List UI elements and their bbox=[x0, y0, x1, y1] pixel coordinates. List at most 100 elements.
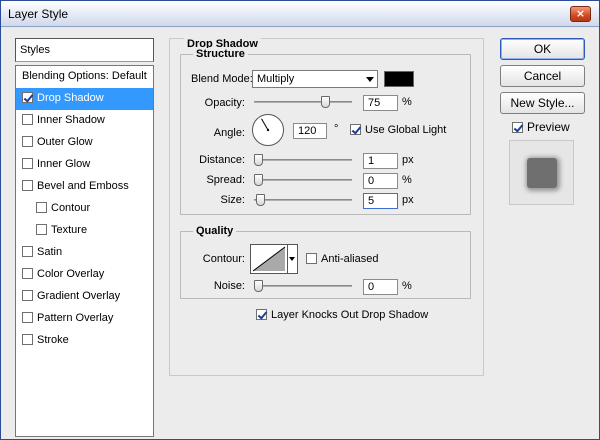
new-style-button[interactable]: New Style... bbox=[500, 92, 585, 114]
ok-button[interactable]: OK bbox=[500, 38, 585, 60]
cancel-button[interactable]: Cancel bbox=[500, 65, 585, 87]
noise-field[interactable]: 0 bbox=[363, 279, 398, 295]
distance-slider-thumb[interactable] bbox=[254, 154, 263, 166]
spread-label: Spread: bbox=[206, 174, 245, 186]
style-item-gradient-overlay[interactable]: Gradient Overlay bbox=[16, 286, 153, 308]
style-item-stroke[interactable]: Stroke bbox=[16, 330, 153, 352]
knockout-label: Layer Knocks Out Drop Shadow bbox=[271, 309, 429, 321]
style-item-checkbox[interactable] bbox=[22, 268, 33, 279]
layer-style-dialog: Layer Style × Styles Blending Options: D… bbox=[0, 0, 600, 440]
size-slider[interactable] bbox=[254, 194, 352, 206]
style-item-checkbox[interactable] bbox=[22, 334, 33, 345]
size-unit: px bbox=[402, 194, 414, 206]
spread-field[interactable]: 0 bbox=[363, 173, 398, 189]
noise-slider-thumb[interactable] bbox=[254, 280, 263, 292]
preview-swatch bbox=[527, 158, 557, 188]
style-item-checkbox[interactable] bbox=[22, 180, 33, 191]
opacity-value: 75 bbox=[368, 97, 381, 109]
style-item-label: Blending Options: Default bbox=[22, 70, 147, 82]
opacity-slider-thumb[interactable] bbox=[321, 96, 330, 108]
spread-value: 0 bbox=[368, 175, 375, 187]
preview-box-check[interactable] bbox=[512, 122, 523, 133]
style-item-checkbox[interactable] bbox=[22, 246, 33, 257]
angle-unit: ° bbox=[334, 123, 339, 135]
distance-slider[interactable] bbox=[254, 154, 352, 166]
use-global-light-checkbox[interactable]: Use Global Light bbox=[350, 124, 446, 136]
quality-title: Quality bbox=[193, 225, 237, 237]
distance-unit: px bbox=[402, 154, 414, 166]
noise-unit: % bbox=[402, 280, 412, 292]
style-item-contour[interactable]: Contour bbox=[16, 198, 153, 220]
dialog-body: Styles Blending Options: Default Drop Sha… bbox=[1, 28, 599, 439]
style-item-drop-shadow[interactable]: Drop Shadow bbox=[16, 88, 153, 110]
style-item-checkbox[interactable] bbox=[36, 202, 47, 213]
chevron-down-icon bbox=[366, 77, 374, 82]
style-item-inner-shadow[interactable]: Inner Shadow bbox=[16, 110, 153, 132]
style-item-checkbox[interactable] bbox=[22, 290, 33, 301]
opacity-field[interactable]: 75 bbox=[363, 95, 398, 111]
style-item-inner-glow[interactable]: Inner Glow bbox=[16, 154, 153, 176]
anti-aliased-checkbox[interactable]: Anti-aliased bbox=[306, 253, 378, 265]
angle-label: Angle: bbox=[213, 127, 245, 139]
style-item-bevel-and-emboss[interactable]: Bevel and Emboss bbox=[16, 176, 153, 198]
title-bar[interactable]: Layer Style × bbox=[1, 1, 599, 27]
style-item-label: Stroke bbox=[37, 334, 69, 346]
style-item-label: Contour bbox=[51, 202, 91, 214]
spread-unit: % bbox=[402, 174, 412, 186]
distance-field[interactable]: 1 bbox=[363, 153, 398, 169]
shadow-color-swatch[interactable] bbox=[384, 71, 414, 87]
anti-aliased-box[interactable] bbox=[306, 253, 317, 264]
styles-header[interactable]: Styles bbox=[15, 38, 154, 62]
noise-slider[interactable] bbox=[254, 280, 352, 292]
angle-value: 120 bbox=[298, 125, 317, 137]
angle-dial-icon[interactable] bbox=[252, 114, 284, 146]
window-title: Layer Style bbox=[8, 7, 69, 21]
knockout-checkbox[interactable]: Layer Knocks Out Drop Shadow bbox=[256, 309, 428, 321]
knockout-box[interactable] bbox=[256, 309, 267, 320]
style-item-texture[interactable]: Texture bbox=[16, 220, 153, 242]
anti-aliased-label: Anti-aliased bbox=[321, 253, 379, 265]
size-field[interactable]: 5 bbox=[363, 193, 398, 209]
style-item-outer-glow[interactable]: Outer Glow bbox=[16, 132, 153, 154]
style-item-checkbox[interactable] bbox=[22, 312, 33, 323]
contour-dropdown-icon[interactable] bbox=[288, 244, 298, 274]
opacity-slider[interactable] bbox=[254, 96, 352, 108]
blend-mode-select[interactable]: Multiply bbox=[252, 70, 378, 88]
style-item-blending-options-default[interactable]: Blending Options: Default bbox=[16, 66, 153, 88]
angle-field[interactable]: 120 bbox=[293, 123, 327, 139]
preview-checkbox[interactable]: Preview bbox=[512, 120, 570, 134]
style-item-label: Texture bbox=[51, 224, 88, 236]
noise-label: Noise: bbox=[213, 280, 245, 292]
style-item-label: Inner Shadow bbox=[37, 114, 105, 126]
use-global-light-box[interactable] bbox=[350, 124, 361, 135]
style-item-label: Bevel and Emboss bbox=[37, 180, 129, 192]
style-item-label: Pattern Overlay bbox=[37, 312, 114, 324]
style-item-label: Gradient Overlay bbox=[37, 290, 121, 302]
contour-curve-icon[interactable] bbox=[250, 244, 288, 274]
spread-slider[interactable] bbox=[254, 174, 352, 186]
blend-mode-label: Blend Mode: bbox=[191, 73, 253, 85]
style-item-pattern-overlay[interactable]: Pattern Overlay bbox=[16, 308, 153, 330]
close-icon[interactable]: × bbox=[570, 6, 591, 22]
opacity-unit: % bbox=[402, 96, 412, 108]
size-slider-thumb[interactable] bbox=[256, 194, 265, 206]
blend-mode-value: Multiply bbox=[257, 73, 295, 85]
styles-list: Blending Options: Default Drop Shadow Inne… bbox=[15, 65, 154, 437]
style-item-label: Color Overlay bbox=[37, 268, 105, 280]
use-global-light-label: Use Global Light bbox=[365, 124, 447, 136]
style-item-checkbox[interactable] bbox=[22, 114, 33, 125]
style-item-checkbox[interactable] bbox=[22, 92, 33, 103]
distance-value: 1 bbox=[368, 155, 375, 167]
preview-thumbnail bbox=[509, 140, 574, 205]
preview-label: Preview bbox=[527, 120, 570, 134]
size-label: Size: bbox=[220, 194, 245, 206]
opacity-label: Opacity: bbox=[204, 97, 245, 109]
style-item-satin[interactable]: Satin bbox=[16, 242, 153, 264]
style-item-checkbox[interactable] bbox=[22, 136, 33, 147]
style-item-checkbox[interactable] bbox=[36, 224, 47, 235]
style-item-checkbox[interactable] bbox=[22, 158, 33, 169]
styles-header-label: Styles bbox=[20, 44, 50, 56]
style-item-color-overlay[interactable]: Color Overlay bbox=[16, 264, 153, 286]
style-item-label: Inner Glow bbox=[37, 158, 91, 170]
spread-slider-thumb[interactable] bbox=[254, 174, 263, 186]
